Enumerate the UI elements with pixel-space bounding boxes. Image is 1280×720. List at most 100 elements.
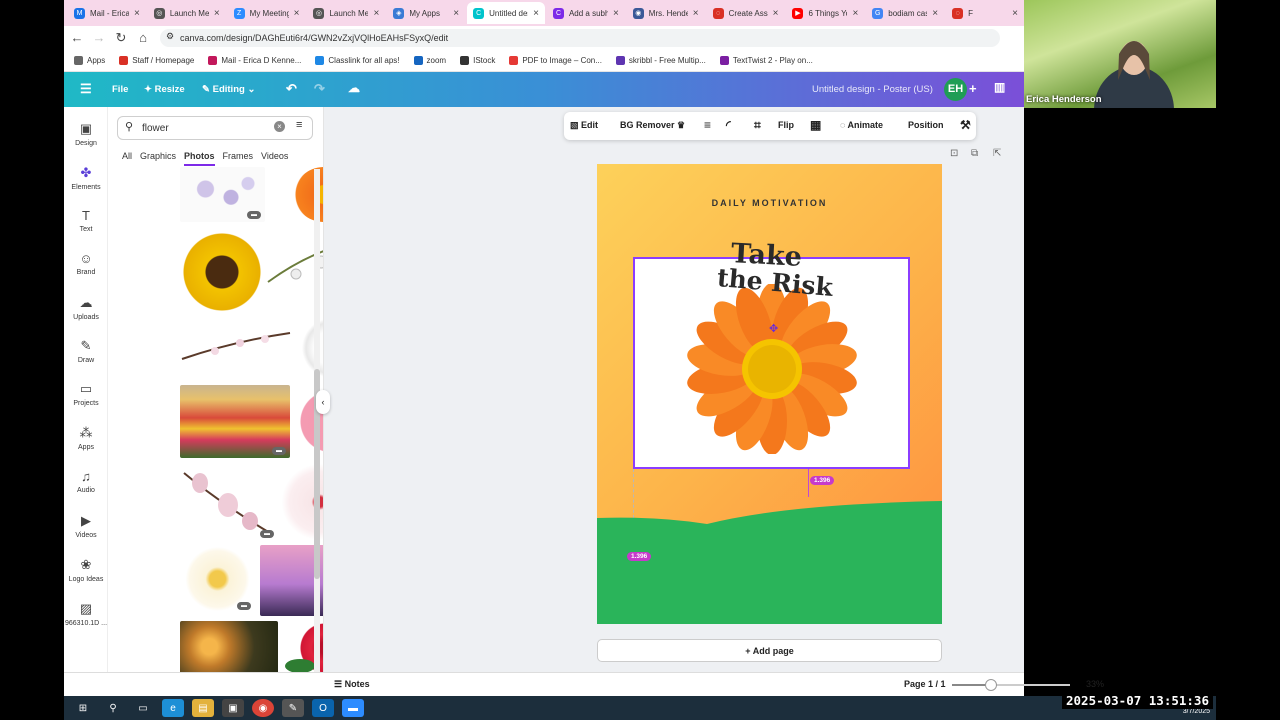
file-explorer-icon[interactable]: ▤ bbox=[192, 699, 214, 717]
photo-white-carnation[interactable] bbox=[298, 317, 323, 379]
tab-close-icon[interactable]: × bbox=[693, 8, 699, 19]
duplicate-page-icon[interactable]: ⧉ bbox=[971, 148, 978, 159]
notes-button[interactable]: ☰ Notes bbox=[334, 679, 370, 690]
tab-close-icon[interactable]: × bbox=[1012, 8, 1018, 19]
rail-item-projects[interactable]: ▭ Projects bbox=[64, 381, 108, 407]
filter-icon[interactable]: ≡ bbox=[296, 119, 302, 131]
bookmark-item[interactable]: skribbl - Free Multip... bbox=[615, 56, 706, 65]
browser-tab[interactable]: ◉ Mrs. Henderson × bbox=[627, 2, 705, 24]
bookmark-item[interactable]: IStock bbox=[460, 56, 495, 65]
flip-button[interactable]: Flip bbox=[778, 120, 794, 130]
panel-tab-frames[interactable]: Frames bbox=[223, 151, 254, 166]
poster-heading[interactable]: DAILY MOTIVATION bbox=[597, 198, 942, 208]
undo-icon[interactable]: ↶ bbox=[286, 81, 297, 97]
browser-tab[interactable]: Z My Meetings × bbox=[228, 2, 306, 24]
photo-lilac-flowers[interactable]: ▬ bbox=[180, 167, 265, 222]
photo-plumeria[interactable]: ▬ bbox=[180, 545, 255, 613]
copy-style-icon[interactable]: ⚒ bbox=[960, 118, 971, 132]
browser-tab[interactable]: ◌ Create Assignment × bbox=[707, 2, 785, 24]
tab-close-icon[interactable]: × bbox=[294, 8, 300, 19]
bookmark-item[interactable]: zoom bbox=[413, 56, 446, 65]
browser-tab[interactable]: C Add a subhead × bbox=[547, 2, 625, 24]
site-info-icon[interactable]: ⚙ bbox=[166, 31, 174, 42]
tab-close-icon[interactable]: × bbox=[773, 8, 779, 19]
browser-tab[interactable]: ◎ Launch Meeting × bbox=[307, 2, 385, 24]
bookmark-item[interactable]: Apps bbox=[74, 56, 105, 65]
rail-item-text[interactable]: T Text bbox=[64, 208, 108, 233]
windows-start-icon[interactable]: ⊞ bbox=[72, 699, 94, 717]
zoom-app-icon[interactable]: ▬ bbox=[342, 699, 364, 717]
tab-close-icon[interactable]: × bbox=[932, 8, 938, 19]
edge-icon[interactable]: e bbox=[162, 699, 184, 717]
rail-item-brand[interactable]: ☺ Brand bbox=[64, 251, 108, 276]
rail-item-apps[interactable]: ⁂ Apps bbox=[64, 425, 108, 451]
edit-image-button[interactable]: ▧ Edit bbox=[570, 120, 598, 131]
page-indicator[interactable]: Page 1 / 1 bbox=[904, 679, 946, 689]
task-view-icon[interactable]: ▭ bbox=[132, 699, 154, 717]
move-handle-icon[interactable]: ✥ bbox=[769, 322, 778, 335]
app-icon[interactable]: ✎ bbox=[282, 699, 304, 717]
tab-close-icon[interactable]: × bbox=[453, 8, 459, 19]
photo-cherry-branch[interactable] bbox=[180, 319, 292, 371]
browser-tab[interactable]: Gbodiam castle × bbox=[866, 2, 944, 24]
editing-dropdown[interactable]: ✎ Editing ⌄ bbox=[202, 84, 255, 95]
home-icon[interactable]: ⌂ bbox=[132, 30, 154, 45]
browser-tab[interactable]: ◌ F × bbox=[946, 2, 1024, 24]
browser-tab[interactable]: ◈ My Apps × bbox=[387, 2, 465, 24]
rail-item-draw[interactable]: ✎ Draw bbox=[64, 338, 108, 364]
rail-item-uploads[interactable]: ☁ Uploads bbox=[64, 295, 108, 321]
panel-tab-photos[interactable]: Photos bbox=[184, 151, 215, 166]
tab-close-icon[interactable]: × bbox=[373, 8, 379, 19]
back-icon[interactable]: ← bbox=[66, 30, 88, 45]
add-page-button[interactable]: + Add page bbox=[597, 639, 942, 662]
browser-tab[interactable]: ◎ Launch Meeting × bbox=[148, 2, 226, 24]
avatar[interactable]: EH bbox=[944, 78, 967, 101]
rail-item-logo-ideas[interactable]: ❀ Logo Ideas bbox=[64, 557, 108, 583]
panel-tab-videos[interactable]: Videos bbox=[261, 151, 288, 166]
clear-search-icon[interactable]: × bbox=[274, 121, 285, 132]
tab-close-icon[interactable]: × bbox=[134, 8, 140, 19]
browser-tab[interactable]: ▶ 6 Things You × bbox=[786, 2, 864, 24]
zoom-value[interactable]: 33% bbox=[1086, 679, 1104, 689]
photo-sunflower[interactable] bbox=[180, 232, 264, 312]
lock-icon[interactable]: ⊡ bbox=[950, 148, 958, 159]
position-button[interactable]: Position bbox=[908, 120, 944, 130]
url-field[interactable]: ⚙ canva.com/design/DAGhEuti6r4/GWN2vZxjV… bbox=[160, 29, 1000, 47]
transparency-icon[interactable]: ▦ bbox=[810, 118, 821, 132]
photo-flower-field[interactable]: ▬ bbox=[180, 385, 290, 458]
tab-close-icon[interactable]: × bbox=[533, 8, 539, 19]
menu-icon[interactable]: ☰ bbox=[80, 81, 92, 97]
bookmark-item[interactable]: TextTwist 2 - Play on... bbox=[719, 56, 813, 65]
collapse-panel-icon[interactable]: ‹ bbox=[316, 390, 330, 414]
bookmark-item[interactable]: Classlink for all aps! bbox=[315, 56, 400, 65]
crop-icon[interactable]: ⌗ bbox=[754, 118, 761, 133]
redo-icon[interactable]: ↷ bbox=[314, 81, 325, 97]
zoom-slider[interactable] bbox=[952, 679, 1070, 691]
panel-tab-all[interactable]: All bbox=[122, 151, 132, 166]
resize-button[interactable]: ✦ Resize bbox=[144, 84, 185, 95]
store-icon[interactable]: ▣ bbox=[222, 699, 244, 717]
browser-tab[interactable]: M Mail - Erica D × bbox=[68, 2, 146, 24]
bookmark-item[interactable]: PDF to Image – Con... bbox=[509, 56, 602, 65]
outlook-icon[interactable]: O bbox=[312, 699, 334, 717]
search-input[interactable]: ⚲ flower × ≡ bbox=[117, 116, 313, 140]
orange-flower-image[interactable] bbox=[677, 284, 867, 454]
animate-button[interactable]: ◌ Animate bbox=[840, 120, 883, 130]
chrome-icon[interactable]: ◉ bbox=[252, 699, 274, 717]
share-page-icon[interactable]: ⇱ bbox=[993, 148, 1001, 159]
bookmark-item[interactable]: Staff / Homepage bbox=[119, 56, 194, 65]
rail-item-videos[interactable]: ▶ Videos bbox=[64, 513, 108, 539]
zoom-slider-thumb[interactable] bbox=[984, 679, 997, 691]
browser-tab[interactable]: C Untitled design × bbox=[467, 2, 545, 24]
rail-item-audio[interactable]: ♫ Audio bbox=[64, 469, 108, 494]
add-collaborator-icon[interactable]: + bbox=[969, 81, 977, 96]
file-menu[interactable]: File bbox=[112, 84, 128, 95]
bookmark-item[interactable]: Mail - Erica D Kenne... bbox=[208, 56, 301, 65]
poster-page[interactable]: DAILY MOTIVATION Take the Risk ✥ 1.396 1… bbox=[597, 164, 942, 624]
rail-item-elements[interactable]: ✤ Elements bbox=[64, 165, 108, 191]
border-style-icon[interactable]: ≡ bbox=[704, 118, 711, 132]
photo-magnolia-branch[interactable]: ▬ bbox=[180, 463, 278, 541]
rail-item-design[interactable]: ▣ Design bbox=[64, 121, 108, 147]
insights-icon[interactable]: ▥ bbox=[994, 80, 1005, 94]
tab-close-icon[interactable]: × bbox=[852, 8, 858, 19]
